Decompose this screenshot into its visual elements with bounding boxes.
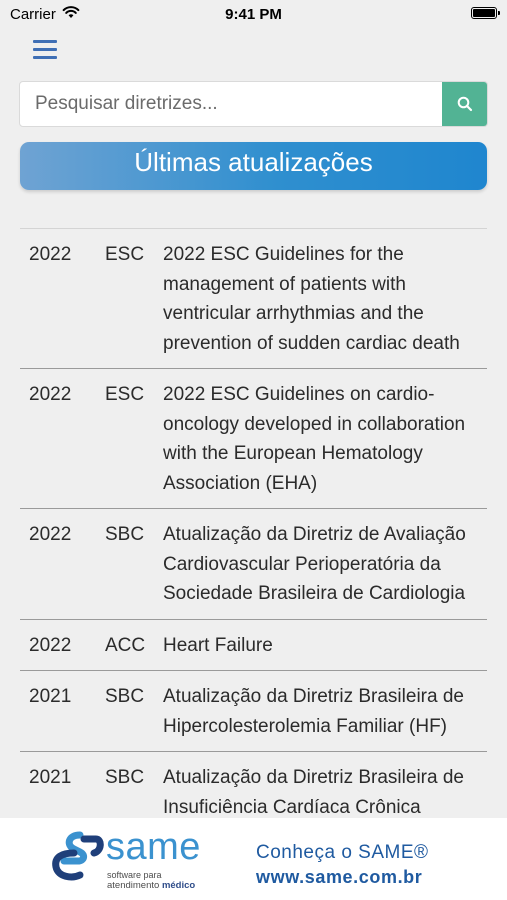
same-ad-banner[interactable]: same software para atendimento médico Co… [0,818,507,900]
guideline-year: 2022 [29,524,72,545]
clock: 9:41 PM [225,6,282,23]
latest-updates-banner: Últimas atualizações [20,142,487,190]
guideline-row[interactable]: 2022 ACC Heart Failure [20,618,487,671]
guideline-title: 2022 ESC Guidelines on cardio-oncology d… [163,384,466,494]
search-button[interactable] [442,82,487,126]
guideline-year: 2022 [29,634,72,656]
guideline-title: Atualização da Diretriz Brasileira de In… [163,767,464,818]
search-input[interactable] [20,82,443,126]
guideline-org: SBC [105,767,145,788]
promo-text: Conheça o SAME® [256,842,429,863]
logo-subtitle-line2: atendimento médico [107,880,196,891]
same-logo-icon [50,831,104,888]
guideline-row[interactable]: 2021 SBC Atualização da Diretriz Brasile… [20,670,487,751]
guideline-year: 2021 [29,767,72,788]
guideline-title: Atualização da Diretriz Brasileira de Hi… [163,686,464,737]
guideline-org: ESC [105,244,145,265]
guideline-year: 2022 [29,384,72,405]
battery-icon [471,7,500,19]
menu-icon[interactable] [33,40,57,62]
guideline-org: SBC [105,524,145,545]
guideline-year: 2022 [29,244,72,265]
search-icon [457,96,472,112]
guideline-title: 2022 ESC Guidelines for the management o… [163,244,460,354]
guidelines-list: 2022 ESC 2022 ESC Guidelines for the man… [20,228,487,832]
guideline-year: 2021 [29,686,72,707]
promo-url-link[interactable]: www.same.com.br [256,867,422,888]
guideline-org: SBC [105,686,145,707]
guideline-org: ESC [105,384,145,405]
guideline-title: Heart Failure [163,634,273,656]
guideline-row[interactable]: 2022 ESC 2022 ESC Guidelines for the man… [20,228,487,368]
guideline-title: Atualização da Diretriz de Avaliação Car… [163,524,466,604]
search-bar [19,81,488,127]
same-logo-text: same [106,826,201,868]
logo-subtitle: software para [107,870,162,880]
status-bar: Carrier 9:41 PM [0,0,507,28]
guideline-row[interactable]: 2022 ESC 2022 ESC Guidelines on cardio-o… [20,368,487,508]
guideline-row[interactable]: 2022 SBC Atualização da Diretriz de Aval… [20,508,487,619]
guideline-org: ACC [105,634,146,656]
